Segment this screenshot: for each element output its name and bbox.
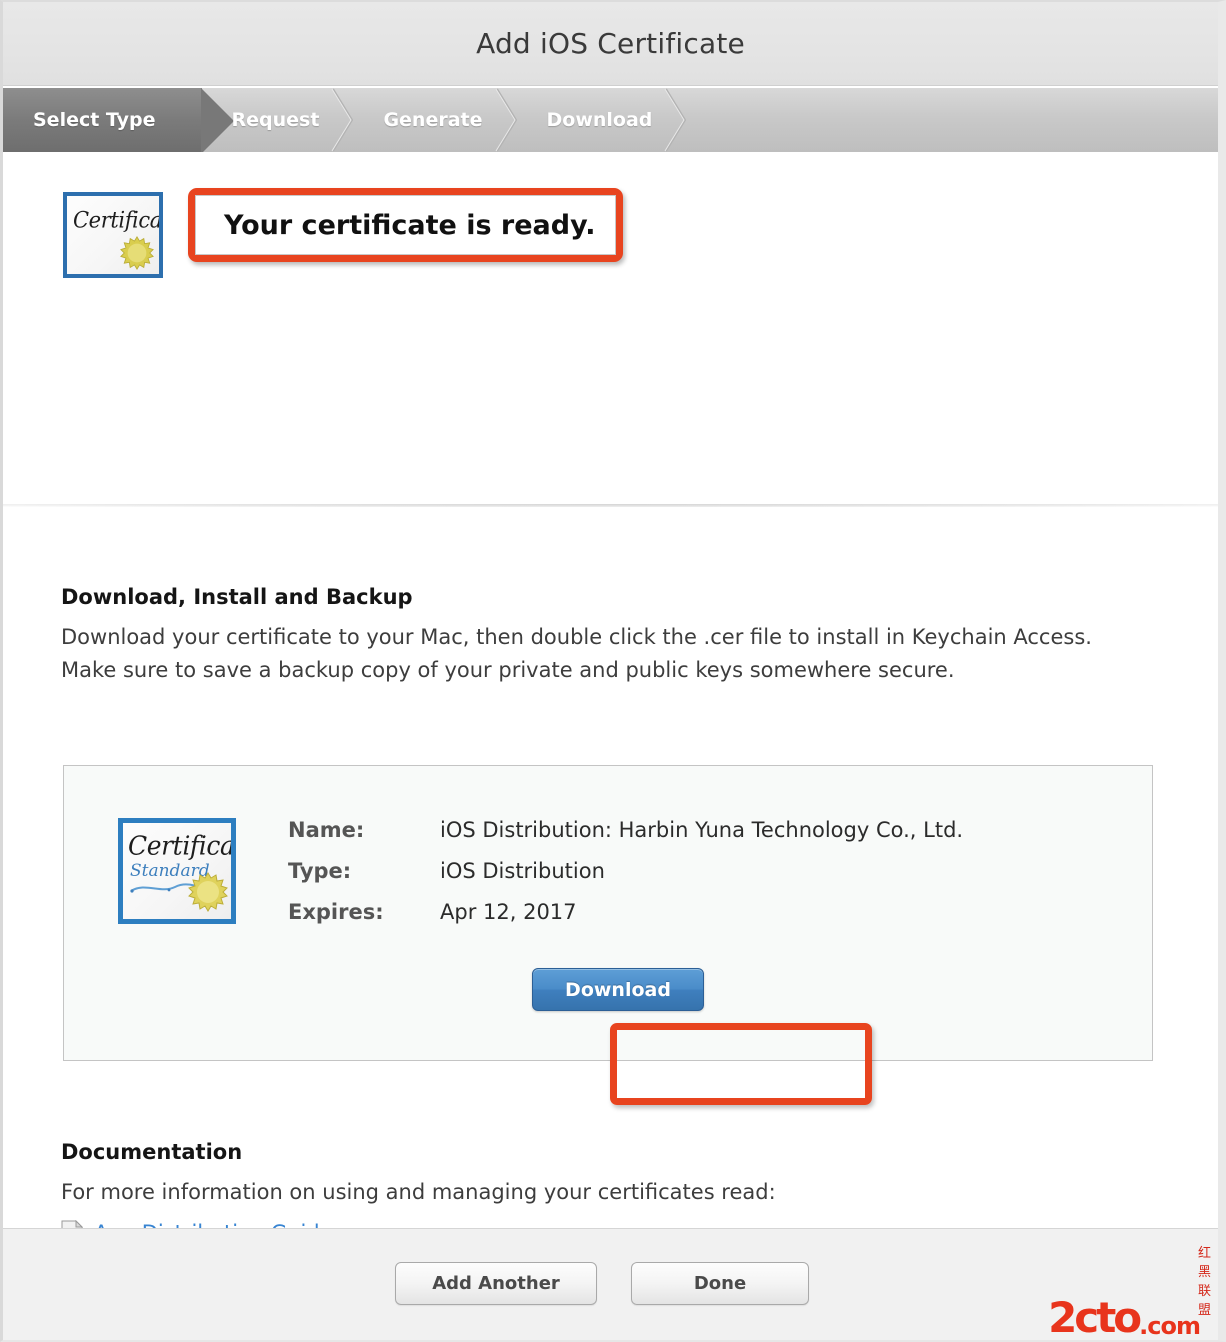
certificate-field-list: Name: iOS Distribution: Harbin Yuna Tech…	[288, 818, 963, 941]
certificate-icon-word: Certificate	[128, 830, 231, 860]
ready-banner-highlight: Your certificate is ready.	[188, 188, 623, 262]
step-select-type[interactable]: Select Type	[3, 88, 202, 152]
step-generate[interactable]: Generate	[353, 88, 516, 152]
gold-seal-icon	[120, 236, 154, 270]
status-banner: Your certificate is ready.	[195, 195, 616, 255]
field-label: Expires:	[288, 900, 440, 924]
chevron-right-icon	[331, 87, 355, 152]
step-download[interactable]: Download	[517, 88, 687, 152]
field-label: Name:	[288, 818, 440, 842]
status-banner-row: Certificate Your certificate is ready.	[3, 188, 1218, 298]
add-ios-certificate-window: Add iOS Certificate Select Type Request …	[0, 0, 1226, 1342]
documentation-body: For more information on using and managi…	[61, 1176, 1101, 1209]
step-request[interactable]: Request	[202, 88, 354, 152]
step-label: Request	[232, 109, 320, 131]
documentation-link-row[interactable]: App Distribution Guide	[61, 1220, 333, 1228]
download-section-body: Download your certificate to your Mac, t…	[61, 621, 1101, 687]
field-value: iOS Distribution	[440, 859, 605, 883]
window-titlebar: Add iOS Certificate	[3, 2, 1218, 86]
main-content: Certificate Your certificate is ready. D…	[3, 152, 1218, 1228]
step-label: Generate	[383, 109, 482, 131]
page-title: Add iOS Certificate	[476, 27, 745, 60]
certificate-field-expires: Expires: Apr 12, 2017	[288, 900, 963, 941]
download-button[interactable]: Download	[532, 968, 704, 1011]
certificate-field-name: Name: iOS Distribution: Harbin Yuna Tech…	[288, 818, 963, 859]
document-icon	[61, 1220, 83, 1228]
field-value: Apr 12, 2017	[440, 900, 577, 924]
section-divider	[3, 504, 1218, 507]
field-label: Type:	[288, 859, 440, 883]
certificate-icon: Certificate	[63, 192, 163, 278]
field-value: iOS Distribution: Harbin Yuna Technology…	[440, 818, 963, 842]
window-footer: Add Another Done	[3, 1228, 1218, 1340]
wizard-step-breadcrumb: Select Type Request Generate Download	[3, 86, 1218, 152]
certificate-icon-word: Certificate	[73, 207, 159, 232]
step-label: Download	[547, 109, 653, 131]
add-another-button[interactable]: Add Another	[395, 1262, 597, 1305]
chevron-right-icon	[495, 87, 519, 152]
certificate-info-panel: Certificate Standard	[63, 765, 1153, 1061]
app-distribution-guide-link[interactable]: App Distribution Guide	[94, 1221, 333, 1228]
download-section-heading: Download, Install and Backup	[61, 585, 413, 609]
certificate-standard-icon: Certificate Standard	[118, 818, 236, 924]
gold-seal-icon	[188, 872, 228, 912]
chevron-right-icon	[664, 87, 688, 152]
done-button[interactable]: Done	[631, 1262, 809, 1305]
step-label: Select Type	[33, 109, 156, 131]
status-banner-text: Your certificate is ready.	[224, 210, 596, 241]
certificate-field-type: Type: iOS Distribution	[288, 859, 963, 900]
documentation-heading: Documentation	[61, 1140, 242, 1164]
